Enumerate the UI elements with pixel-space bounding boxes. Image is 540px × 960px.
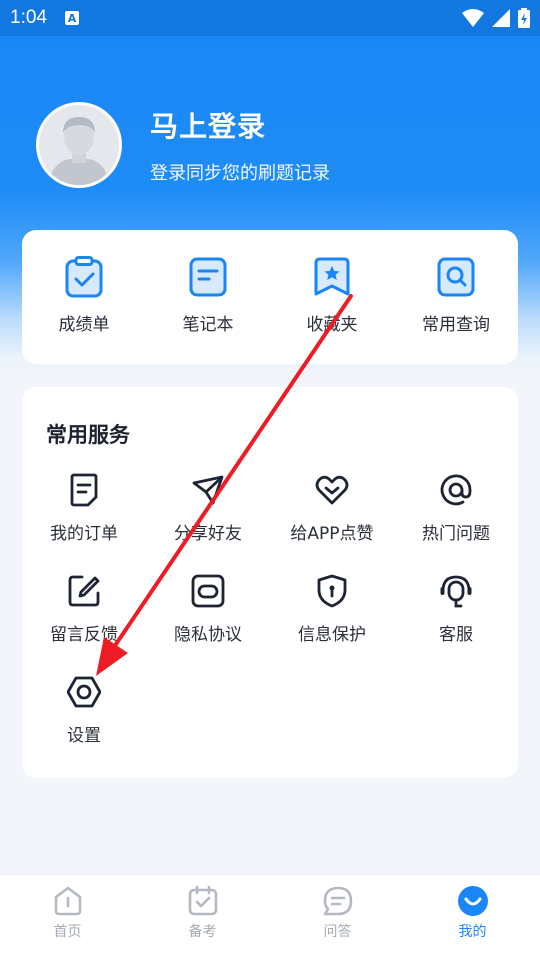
notebook-icon: [189, 257, 227, 297]
quick-item-label: 成绩单: [58, 315, 110, 335]
heart-like-icon: [315, 475, 349, 505]
service-settings[interactable]: 设置: [22, 675, 146, 776]
avatar[interactable]: [36, 102, 122, 188]
signal-icon: [492, 9, 510, 27]
service-privacy[interactable]: 隐私协议: [146, 574, 270, 675]
tab-label: 首页: [53, 924, 82, 940]
status-bar: 1:04 A: [0, 0, 540, 36]
clipboard-check-icon: [65, 256, 103, 298]
quick-item-scores[interactable]: 成绩单: [22, 230, 146, 335]
service-info-protection[interactable]: 信息保护: [270, 574, 394, 675]
paper-plane-icon: [192, 475, 224, 505]
services-card: 常用服务 我的订单 分享好友 给APP点赞 热门问题 留言反馈 隐私协议 信息保…: [22, 387, 518, 778]
battery-icon: [518, 8, 530, 28]
tab-qa[interactable]: 问答: [270, 875, 405, 960]
notification-icon: A: [64, 11, 79, 25]
service-customer-support[interactable]: 客服: [394, 574, 518, 675]
headset-icon: [440, 575, 472, 608]
login-title[interactable]: 马上登录: [150, 105, 330, 145]
chat-bubble-icon: [323, 886, 352, 916]
service-share-friends[interactable]: 分享好友: [146, 473, 270, 574]
quick-item-favorites[interactable]: 收藏夹: [270, 230, 394, 335]
quick-item-label: 常用查询: [422, 315, 490, 335]
quick-access-card: 成绩单 笔记本 收藏夹 常用查询: [22, 230, 518, 364]
hexagon-settings-icon: [67, 676, 101, 708]
tab-exam-prep[interactable]: 备考: [135, 875, 270, 960]
wifi-icon: [462, 9, 484, 27]
tab-home[interactable]: 首页: [0, 875, 135, 960]
privacy-icon: [191, 574, 225, 608]
service-like-app[interactable]: 给APP点赞: [270, 473, 394, 574]
bottom-tab-bar: 首页 备考 问答 我的: [0, 874, 540, 960]
quick-item-label: 笔记本: [182, 315, 234, 335]
quick-item-notebook[interactable]: 笔记本: [146, 230, 270, 335]
status-time: 1:04: [10, 7, 47, 28]
service-label: 分享好友: [174, 524, 242, 544]
service-label: 客服: [439, 625, 473, 645]
service-label: 隐私协议: [174, 625, 242, 645]
services-title: 常用服务: [46, 423, 130, 447]
service-label: 热门问题: [422, 524, 490, 544]
service-label: 我的订单: [50, 524, 118, 544]
service-feedback[interactable]: 留言反馈: [22, 574, 146, 675]
user-avatar-icon: [39, 105, 119, 185]
bookmark-star-icon: [314, 257, 350, 296]
quick-item-label: 收藏夹: [306, 315, 358, 335]
login-subtitle: 登录同步您的刷题记录: [150, 163, 330, 184]
tab-label: 备考: [188, 924, 217, 940]
at-icon: [440, 474, 472, 506]
order-icon: [70, 473, 98, 507]
profile-face-icon: [457, 886, 488, 916]
service-label: 设置: [67, 726, 101, 746]
service-label: 信息保护: [298, 625, 366, 645]
tab-label: 我的: [458, 924, 487, 940]
tab-label: 问答: [323, 924, 352, 940]
service-my-orders[interactable]: 我的订单: [22, 473, 146, 574]
calendar-check-icon: [188, 885, 217, 916]
edit-icon: [68, 575, 100, 607]
home-icon: [54, 886, 81, 916]
shield-icon: [317, 574, 347, 608]
service-label: 给APP点赞: [290, 524, 374, 544]
login-profile[interactable]: 马上登录 登录同步您的刷题记录: [36, 102, 330, 188]
search-doc-icon: [437, 257, 475, 297]
tab-mine[interactable]: 我的: [405, 875, 540, 960]
service-faq[interactable]: 热门问题: [394, 473, 518, 574]
service-label: 留言反馈: [50, 625, 118, 645]
quick-item-query[interactable]: 常用查询: [394, 230, 518, 335]
